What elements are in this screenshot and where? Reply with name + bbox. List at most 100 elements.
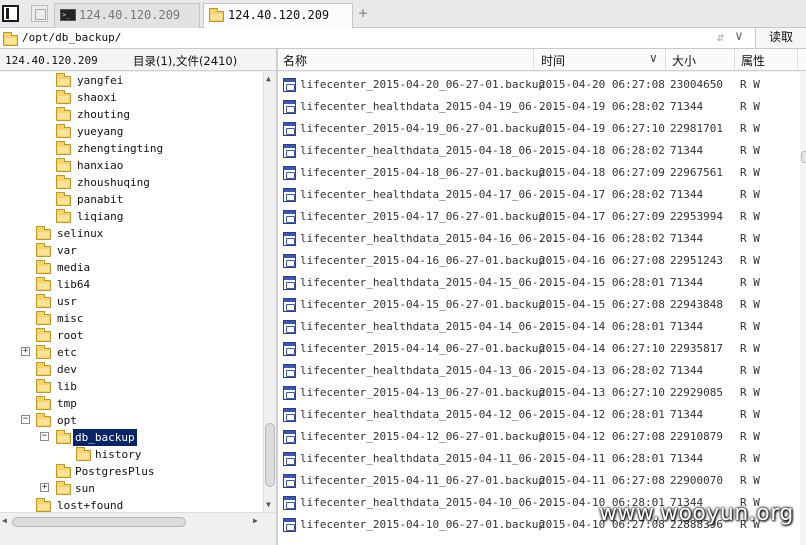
tree-node-label: media [57, 261, 91, 274]
tab-file-manager[interactable]: 124.40.120.209 [203, 3, 353, 29]
tree-node-label: selinux [57, 227, 104, 240]
tree-node-hanxiao[interactable]: hanxiao [0, 157, 263, 174]
tree-node-lib[interactable]: lib [0, 378, 263, 395]
folder-icon [36, 311, 51, 325]
tree-node-shaoxi[interactable]: shaoxi [0, 89, 263, 106]
file-row[interactable]: lifecenter_healthdata_2015-04-15_06-... 2… [278, 272, 800, 294]
tree-node-lib64[interactable]: lib64 [0, 276, 263, 293]
tree-vertical-scrollbar[interactable]: ▲ ▼ [263, 72, 276, 512]
folder-icon [36, 277, 51, 291]
window-button[interactable] [31, 5, 48, 22]
tree-horizontal-scrollbar[interactable]: ◀ ▶ [0, 512, 276, 530]
file-row[interactable]: lifecenter_2015-04-16_06-27-01.backup 201… [278, 250, 800, 272]
backup-file-icon [283, 474, 296, 488]
tree-node-media[interactable]: media [0, 259, 263, 276]
file-name: lifecenter_2015-04-10_06-27-01.backup [300, 518, 546, 531]
file-attr: R W [740, 188, 760, 201]
file-attr: R W [740, 474, 760, 487]
tree-node-tmp[interactable]: tmp [0, 395, 263, 412]
tree-node-dev[interactable]: dev [0, 361, 263, 378]
collapse-button[interactable]: − [21, 415, 30, 424]
file-name: lifecenter_healthdata_2015-04-14_06-... [300, 320, 559, 333]
file-row[interactable]: lifecenter_healthdata_2015-04-13_06-... 2… [278, 360, 800, 382]
expand-button[interactable]: + [21, 347, 30, 356]
file-size: 71344 [670, 232, 704, 245]
tree-node-zhouting[interactable]: zhouting [0, 106, 263, 123]
tree-node-zhengtingting[interactable]: zhengtingting [0, 140, 263, 157]
file-row[interactable]: lifecenter_2015-04-11_06-27-01.backup 201… [278, 470, 800, 492]
tree-node-etc[interactable]: + etc [0, 344, 263, 361]
tree-node-root[interactable]: root [0, 327, 263, 344]
column-header-attr[interactable]: 属性 [741, 52, 765, 69]
file-row[interactable]: lifecenter_healthdata_2015-04-12_06-... 2… [278, 404, 800, 426]
scroll-left-icon[interactable]: ◀ [2, 516, 7, 525]
column-header-size[interactable]: 大小 [672, 52, 696, 69]
tab-terminal[interactable]: 124.40.120.209 [54, 3, 200, 28]
tree-node-postgresplus[interactable]: PostgresPlus [0, 463, 263, 480]
tree-node-yangfei[interactable]: yangfei [0, 72, 263, 89]
tree-node-zhoushuqing[interactable]: zhoushuqing [0, 174, 263, 191]
tree-node-liqiang[interactable]: liqiang [0, 208, 263, 225]
tree-node-usr[interactable]: usr [0, 293, 263, 310]
file-name: lifecenter_2015-04-15_06-27-01.backup [300, 298, 546, 311]
file-attr: R W [740, 298, 760, 311]
new-tab-button[interactable]: + [355, 4, 371, 22]
file-time: 2015-04-19 06:27:10 [539, 122, 665, 135]
folder-icon [56, 124, 71, 138]
tree-node-label: etc [57, 346, 77, 359]
file-row[interactable]: lifecenter_healthdata_2015-04-19_06-... 2… [278, 96, 800, 118]
file-row[interactable]: lifecenter_2015-04-13_06-27-01.backup 201… [278, 382, 800, 404]
file-row[interactable]: lifecenter_healthdata_2015-04-11_06-... 2… [278, 448, 800, 470]
path-input[interactable]: /opt/db_backup/ [22, 31, 121, 44]
scroll-thumb[interactable] [265, 423, 275, 487]
file-row[interactable]: lifecenter_2015-04-19_06-27-01.backup 201… [278, 118, 800, 140]
scroll-right-icon[interactable]: ▶ [253, 516, 258, 525]
tree-node-var[interactable]: var [0, 242, 263, 259]
scroll-down-icon[interactable]: ▼ [266, 500, 271, 509]
scroll-thumb[interactable] [801, 151, 806, 163]
folder-icon [36, 226, 51, 240]
tree-node-panabit[interactable]: panabit [0, 191, 263, 208]
file-row[interactable]: lifecenter_healthdata_2015-04-14_06-... 2… [278, 316, 800, 338]
file-row[interactable]: lifecenter_2015-04-15_06-27-01.backup 201… [278, 294, 800, 316]
tree-node-db-backup[interactable]: − db_backup [0, 429, 263, 446]
tree-node-opt[interactable]: − opt [0, 412, 263, 429]
chevron-down-icon[interactable]: ∨ [735, 29, 743, 44]
file-row[interactable]: lifecenter_2015-04-17_06-27-01.backup 201… [278, 206, 800, 228]
tree-node-sun[interactable]: + sun [0, 480, 263, 497]
column-header-time[interactable]: 时间 [541, 52, 565, 69]
file-row[interactable]: lifecenter_healthdata_2015-04-17_06-... 2… [278, 184, 800, 206]
file-name: lifecenter_healthdata_2015-04-18_06-... [300, 144, 559, 157]
panel-toggle-button[interactable] [2, 5, 19, 22]
tree-node-label: panabit [77, 193, 124, 206]
file-size: 71344 [670, 188, 704, 201]
folder-icon [56, 141, 71, 155]
tree-node-lost-found[interactable]: lost+found [0, 497, 263, 512]
path-bar: /opt/db_backup/ ⇵ ∨ 读取 [0, 28, 806, 49]
file-list-scrollbar[interactable] [800, 72, 806, 545]
tree-node-selinux[interactable]: selinux [0, 225, 263, 242]
backup-file-icon [283, 364, 296, 378]
column-header-name[interactable]: 名称 [283, 52, 307, 69]
file-row[interactable]: lifecenter_healthdata_2015-04-18_06-... 2… [278, 140, 800, 162]
folder-icon [36, 328, 51, 342]
tree-node-label: hanxiao [77, 159, 124, 172]
file-row[interactable]: lifecenter_2015-04-14_06-27-01.backup 201… [278, 338, 800, 360]
file-row[interactable]: lifecenter_healthdata_2015-04-16_06-... 2… [278, 228, 800, 250]
tree-node-yueyang[interactable]: yueyang [0, 123, 263, 140]
read-button[interactable]: 读取 [755, 28, 806, 48]
tree-node-history[interactable]: history [0, 446, 263, 463]
backup-file-icon [283, 342, 296, 356]
sort-descending-icon[interactable]: ∨ [649, 51, 658, 65]
tree-node-misc[interactable]: misc [0, 310, 263, 327]
scroll-thumb[interactable] [12, 517, 186, 527]
file-row[interactable]: lifecenter_2015-04-20_06-27-01.backup 201… [278, 74, 800, 96]
expand-button[interactable]: + [40, 483, 49, 492]
history-arrows-icon[interactable]: ⇵ [717, 30, 724, 44]
file-row[interactable]: lifecenter_2015-04-12_06-27-01.backup 201… [278, 426, 800, 448]
scroll-up-icon[interactable]: ▲ [266, 74, 271, 83]
folder-icon [56, 464, 71, 478]
backup-file-icon [283, 276, 296, 290]
file-row[interactable]: lifecenter_2015-04-18_06-27-01.backup 201… [278, 162, 800, 184]
collapse-button[interactable]: − [40, 432, 49, 441]
